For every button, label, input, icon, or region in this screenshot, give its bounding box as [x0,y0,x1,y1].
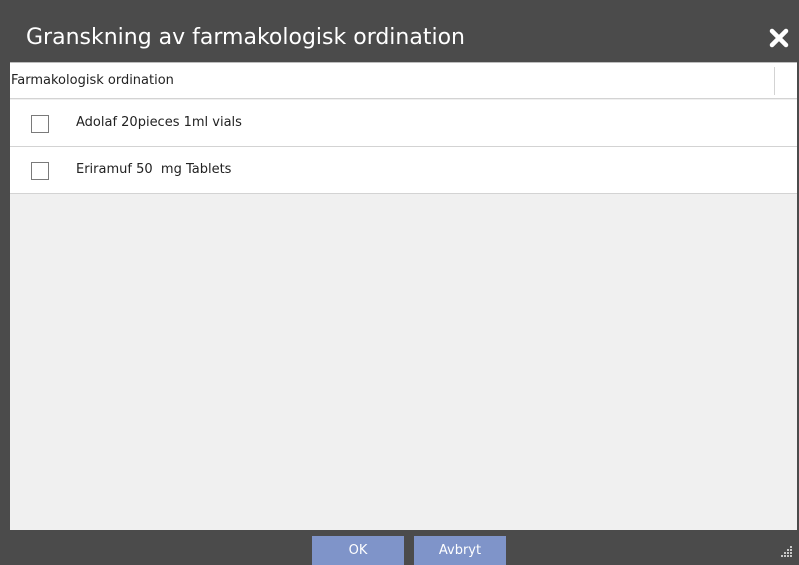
row-checkbox[interactable] [31,162,49,180]
dialog-footer: OK Avbryt [0,530,799,565]
dialog-titlebar: Granskning av farmakologisk ordination [0,0,799,62]
ordination-row[interactable]: Adolaf 20pieces 1ml vials [10,100,797,147]
column-header-label: Farmakologisk ordination [11,73,174,88]
row-checkbox[interactable] [31,115,49,133]
row-label: Adolaf 20pieces 1ml vials [76,115,242,130]
pharmacological-review-dialog: Granskning av farmakologisk ordination F… [0,0,799,565]
column-divider[interactable] [774,67,775,95]
dialog-title: Granskning av farmakologisk ordination [26,25,465,50]
row-label: Eriramuf 50 mg Tablets [76,162,232,177]
cancel-button[interactable]: Avbryt [414,536,506,565]
column-header-row: Farmakologisk ordination [10,63,797,99]
ok-button[interactable]: OK [312,536,404,565]
ordination-row[interactable]: Eriramuf 50 mg Tablets [10,147,797,194]
close-icon[interactable] [764,23,794,53]
resize-grip-icon[interactable] [778,543,794,559]
ordination-list: Farmakologisk ordination Adolaf 20pieces… [10,62,797,530]
